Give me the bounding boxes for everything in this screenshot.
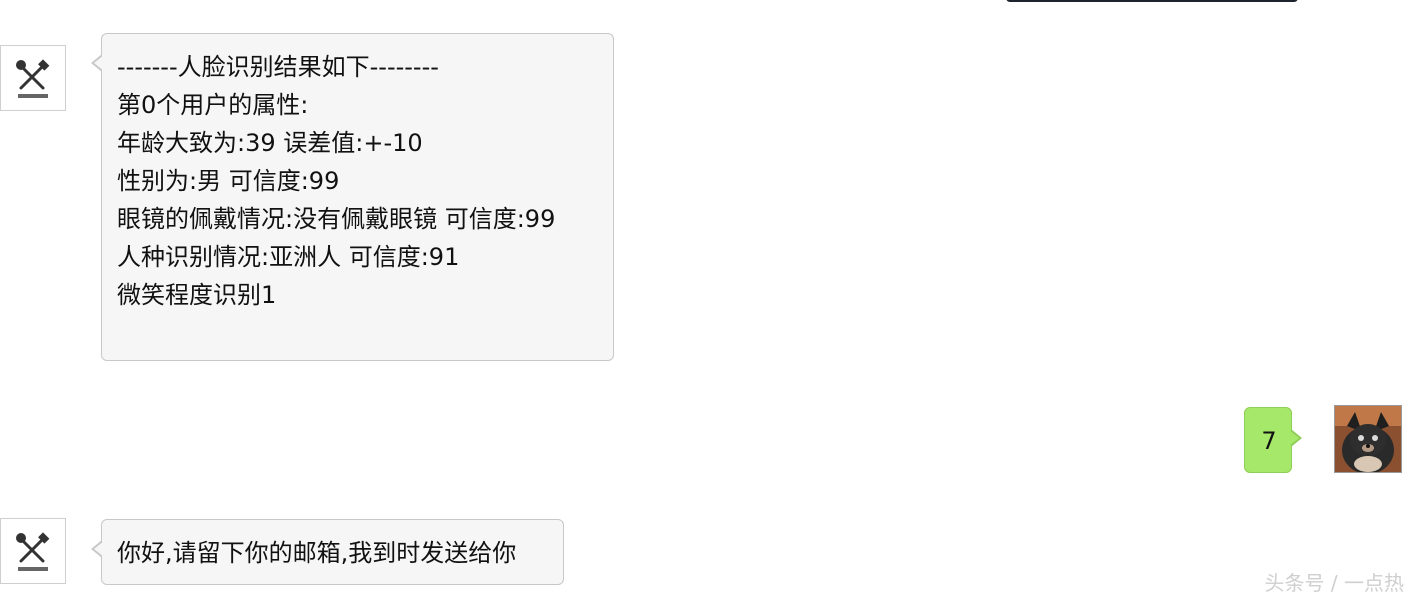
message-line: 人种识别情况:亚洲人 可信度:91 bbox=[117, 243, 460, 271]
user-avatar[interactable] bbox=[1334, 405, 1402, 473]
bot-avatar[interactable] bbox=[0, 518, 66, 584]
message-line: 微笑程度识别1 bbox=[117, 281, 277, 309]
bot-message-bubble: 你好,请留下你的邮箱,我到时发送给你 bbox=[91, 519, 564, 585]
watermark: 头条号 / 一点热 bbox=[1264, 571, 1404, 595]
message-line: 性别为:男 可信度:99 bbox=[117, 167, 340, 195]
message-text: 你好,请留下你的邮箱,我到时发送给你 bbox=[117, 539, 517, 567]
message-line: 年龄大致为:39 误差值:+-10 bbox=[117, 129, 423, 157]
dog-photo-avatar bbox=[1335, 406, 1401, 472]
message-text: 7 bbox=[1261, 427, 1277, 455]
bot-message-bubble: -------人脸识别结果如下-------- 第0个用户的属性: 年龄大致为:… bbox=[91, 33, 614, 361]
bot-avatar[interactable] bbox=[0, 45, 66, 111]
message-line: 眼镜的佩戴情况:没有佩戴眼镜 可信度:99 bbox=[117, 205, 556, 233]
tools-logo-icon bbox=[16, 532, 50, 571]
user-message-bubble: 7 bbox=[1244, 407, 1302, 473]
tools-logo-icon bbox=[16, 59, 50, 98]
message-line: -------人脸识别结果如下-------- bbox=[117, 53, 439, 81]
previous-image-edge bbox=[1006, 0, 1298, 2]
message-line: 第0个用户的属性: bbox=[117, 91, 309, 119]
